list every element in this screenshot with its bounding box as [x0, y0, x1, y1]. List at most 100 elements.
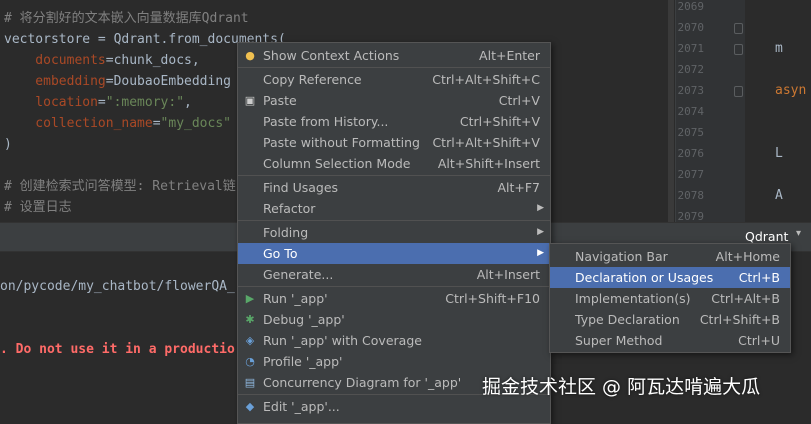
menu-item-shortcut: Alt+Insert	[476, 267, 540, 282]
menu-item-label: Run '_app' with Coverage	[263, 333, 422, 348]
code-token: ":memory:"	[105, 95, 185, 110]
line-number: 2069	[677, 0, 705, 13]
code-token: # 设置日志	[4, 200, 72, 215]
menu-item-label: Paste from History...	[263, 114, 389, 129]
submenu-item-implementations[interactable]: Implementation(s) Ctrl+Alt+B	[550, 288, 790, 309]
console-line: on/pycode/my_chatbot/flowerQA_	[0, 279, 235, 294]
menu-item-label: Debug '_app'	[263, 312, 345, 327]
code-token: ,	[184, 95, 192, 110]
submenu-item-navigation-bar[interactable]: Navigation Bar Alt+Home	[550, 246, 790, 267]
menu-item-paste-from-history[interactable]: Paste from History... Ctrl+Shift+V	[238, 111, 550, 132]
code-token: =	[97, 95, 106, 110]
menu-item-find-usages[interactable]: Find Usages Alt+F7	[238, 177, 550, 198]
submenu-item-declaration-or-usages[interactable]: Declaration or Usages Ctrl+B	[550, 267, 790, 288]
line-number: 2077	[677, 168, 705, 181]
code-token: =	[152, 116, 161, 131]
line-number: 2070	[677, 21, 705, 34]
code-token: # 将分割好的文本嵌入向量数据库Qdrant	[4, 11, 249, 26]
menu-item-label: Go To	[263, 246, 298, 261]
submenu-arrow-icon: ▶	[537, 248, 544, 258]
menu-item-paste[interactable]: ▣ Paste Ctrl+V	[238, 90, 550, 111]
menu-item-label: Paste	[263, 93, 297, 108]
menu-item-folding[interactable]: Folding ▶	[238, 222, 550, 243]
code-token: =DoubaoEmbedding	[105, 74, 231, 89]
submenu-item-label: Type Declaration	[575, 312, 680, 327]
code-token: # 创建检索式问答模型: Retrieval链	[4, 179, 236, 194]
right-code-fragment: A	[775, 188, 783, 203]
code-line[interactable]: collection_name="my_docs"	[4, 113, 231, 134]
code-line[interactable]: documents=chunk_docs,	[4, 50, 199, 71]
menu-item-show-context-actions[interactable]: ● Show Context Actions Alt+Enter	[238, 45, 550, 66]
debug-icon: ✱	[245, 313, 255, 326]
submenu-arrow-icon: ▶	[537, 203, 544, 213]
menu-item-edit-app[interactable]: ◆ Edit '_app'...	[238, 396, 550, 417]
code-token: "my_docs"	[160, 116, 231, 131]
line-number: 2073	[677, 84, 705, 97]
submenu-item-shortcut: Alt+Home	[715, 249, 780, 264]
submenu-item-super-method[interactable]: Super Method Ctrl+U	[550, 330, 790, 351]
right-editor-pane[interactable]: m asyn L A	[745, 0, 811, 222]
line-number: 2072	[677, 63, 705, 76]
line-number-gutter: 2069 2070 2071 2072 2073 2074 2075 2076 2077 2078…	[675, 0, 746, 223]
menu-item-copy-reference[interactable]: Copy Reference Ctrl+Alt+Shift+C	[238, 69, 550, 90]
code-token: )	[4, 137, 12, 152]
menu-item-shortcut: Alt+F7	[497, 180, 540, 195]
menu-item-run-with-coverage[interactable]: ◈ Run '_app' with Coverage	[238, 330, 550, 351]
fold-toggle-icon[interactable]	[734, 86, 743, 97]
fold-toggle-icon[interactable]	[734, 44, 743, 55]
editor-scrollbar[interactable]	[668, 0, 674, 222]
code-line[interactable]: )	[4, 134, 12, 155]
submenu-item-shortcut: Ctrl+Alt+B	[711, 291, 780, 306]
menu-separator	[238, 220, 550, 221]
console-line: . Do not use it in a productio	[0, 342, 235, 357]
menu-item-generate[interactable]: Generate... Alt+Insert	[238, 264, 550, 285]
submenu-item-type-declaration[interactable]: Type Declaration Ctrl+Shift+B	[550, 309, 790, 330]
chevron-down-icon[interactable]: ▾	[796, 228, 801, 239]
submenu-item-shortcut: Ctrl+B	[738, 270, 780, 285]
menu-item-label: Copy Reference	[263, 72, 362, 87]
code-line[interactable]: # 将分割好的文本嵌入向量数据库Qdrant	[4, 8, 249, 29]
submenu-item-shortcut: Ctrl+U	[738, 333, 780, 348]
menu-separator	[238, 286, 550, 287]
line-number: 2076	[677, 147, 705, 160]
menu-item-go-to[interactable]: Go To ▶	[238, 243, 550, 264]
menu-item-shortcut: Alt+Shift+Insert	[437, 156, 540, 171]
run-icon: ▶	[245, 292, 255, 305]
fold-toggle-icon[interactable]	[734, 23, 743, 34]
menu-item-profile-app[interactable]: ◔ Profile '_app'	[238, 351, 550, 372]
code-token: collection_name	[4, 116, 153, 131]
run-tab-label[interactable]: Qdrant	[745, 229, 788, 244]
menu-separator	[238, 67, 550, 68]
menu-item-label: Edit '_app'...	[263, 399, 340, 414]
line-number: 2071	[677, 42, 705, 55]
menu-item-column-selection-mode[interactable]: Column Selection Mode Alt+Shift+Insert	[238, 153, 550, 174]
menu-item-label: Generate...	[263, 267, 334, 282]
code-line[interactable]: location=":memory:",	[4, 92, 192, 113]
goto-submenu: Navigation Bar Alt+Home Declaration or Usa…	[549, 243, 791, 353]
menu-item-label: Show Context Actions	[263, 48, 400, 63]
concurrency-icon: ▤	[244, 376, 256, 389]
submenu-item-shortcut: Ctrl+Shift+B	[699, 312, 780, 327]
menu-item-label: Folding	[263, 225, 309, 240]
watermark: 掘金技术社区 @ 阿瓦达啃遍大瓜	[482, 376, 761, 398]
menu-item-paste-without-formatting[interactable]: Paste without Formatting Ctrl+Alt+Shift+V	[238, 132, 550, 153]
menu-item-refactor[interactable]: Refactor ▶	[238, 198, 550, 219]
context-menu: ● Show Context Actions Alt+Enter Copy Refer…	[237, 42, 551, 424]
submenu-item-label: Implementation(s)	[575, 291, 691, 306]
submenu-item-label: Declaration or Usages	[575, 270, 714, 285]
menu-item-shortcut: Alt+Enter	[479, 48, 540, 63]
menu-item-debug-app[interactable]: ✱ Debug '_app'	[238, 309, 550, 330]
right-code-fragment: L	[775, 146, 783, 161]
menu-item-shortcut: Ctrl+Shift+V	[459, 114, 540, 129]
menu-item-label: Profile '_app'	[263, 354, 343, 369]
code-token: documents	[4, 53, 106, 68]
code-line[interactable]: # 创建检索式问答模型: Retrieval链	[4, 176, 236, 197]
menu-item-label: Concurrency Diagram for '_app'	[263, 375, 462, 390]
submenu-item-label: Super Method	[575, 333, 663, 348]
line-number: 2075	[677, 126, 705, 139]
submenu-arrow-icon: ▶	[537, 227, 544, 237]
code-token: embedding	[4, 74, 106, 89]
code-line[interactable]: # 设置日志	[4, 197, 72, 218]
menu-item-run-app[interactable]: ▶ Run '_app' Ctrl+Shift+F10	[238, 288, 550, 309]
menu-item-shortcut: Ctrl+Alt+Shift+V	[432, 135, 540, 150]
